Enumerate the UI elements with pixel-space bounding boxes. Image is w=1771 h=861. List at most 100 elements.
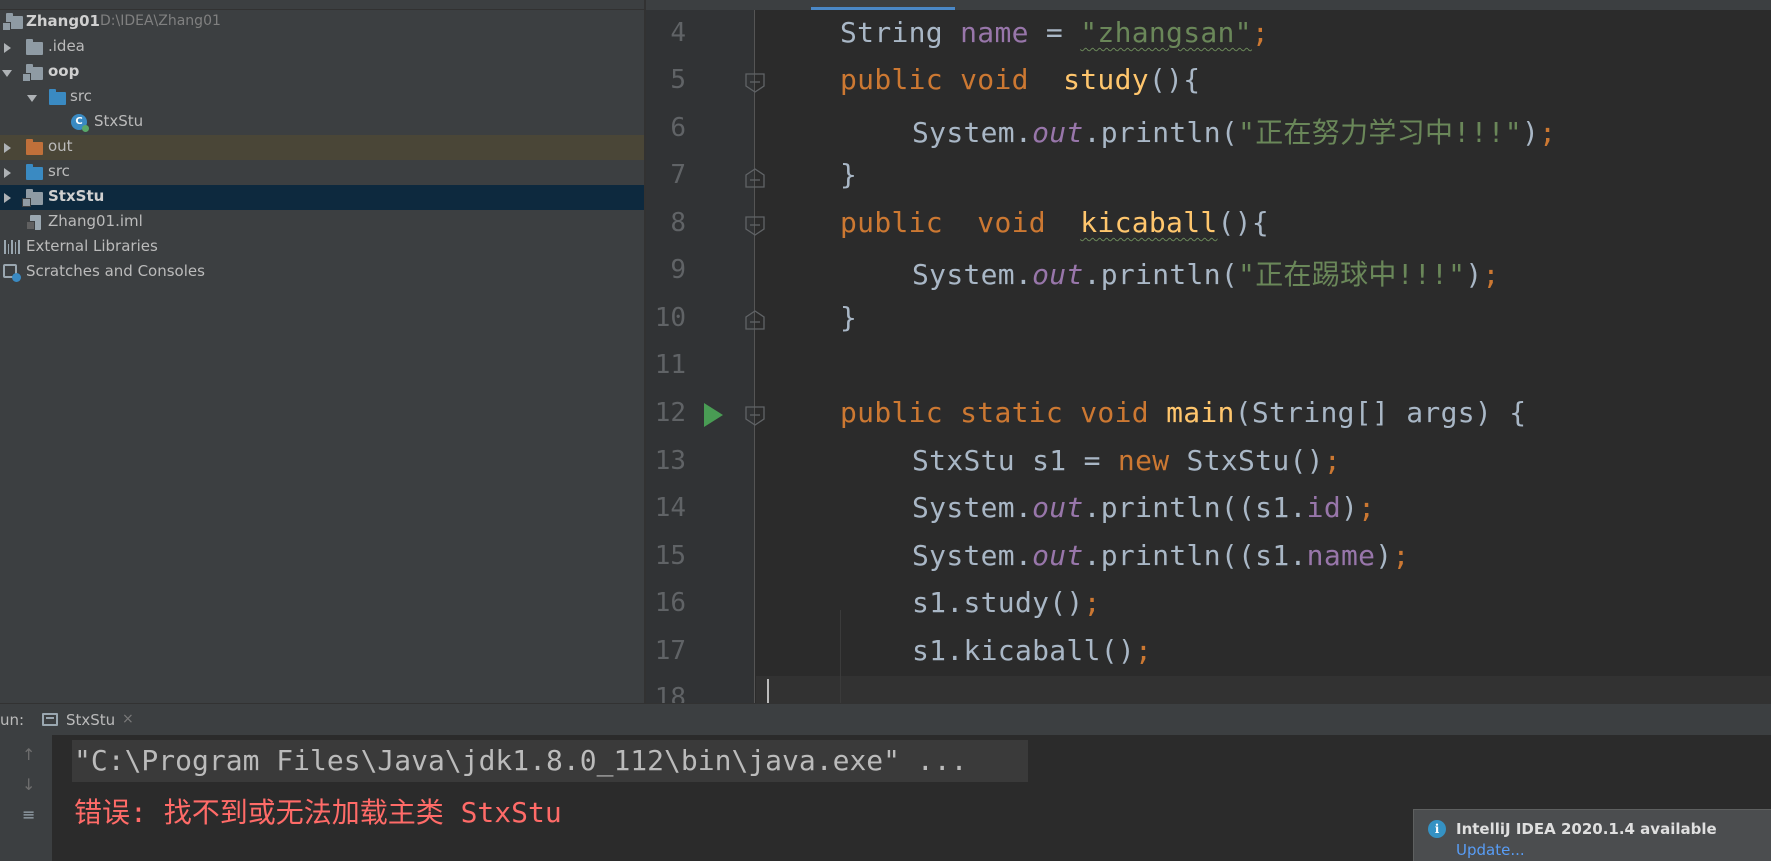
token: static <box>960 396 1064 429</box>
tree-row-external-libraries[interactable]: External Libraries <box>0 235 644 260</box>
root-project-path: D:\IDEA\Zhang01 <box>100 13 221 29</box>
collapse-arrow-icon[interactable] <box>2 70 12 77</box>
expand-arrow-icon[interactable] <box>4 143 11 153</box>
fold-end-icon[interactable] <box>744 167 765 188</box>
expand-arrow-icon[interactable] <box>4 43 11 53</box>
fold-end-icon[interactable] <box>744 309 765 330</box>
expand-arrow-icon[interactable] <box>4 168 11 178</box>
token: StxStu() <box>1169 444 1324 477</box>
token: (String[] args) { <box>1234 396 1527 429</box>
tree-row-scratches[interactable]: Scratches and Consoles <box>0 260 644 285</box>
source-folder-icon <box>26 164 43 180</box>
tree-row-out[interactable]: out <box>0 135 644 160</box>
token: out <box>1032 116 1084 149</box>
tree-row-root[interactable]: Zhang01 D:\IDEA\Zhang01 <box>0 10 644 35</box>
tree-item-label: Scratches and Consoles <box>26 262 205 280</box>
token: new <box>1117 444 1170 477</box>
update-link[interactable]: Update... <box>1456 841 1525 859</box>
token: void <box>1080 396 1149 429</box>
token: 正在踢球中!!! <box>1255 258 1449 291</box>
token: s1.study() <box>912 586 1084 619</box>
module-folder-icon <box>22 64 43 82</box>
soft-wrap-icon[interactable]: ≡ <box>22 805 35 824</box>
token: " <box>1238 258 1256 291</box>
tree-row-oop[interactable]: oop <box>0 60 644 85</box>
token: System. <box>912 491 1033 524</box>
gutter-separator <box>754 10 755 703</box>
code-line-12: public static void main(String[] args) { <box>840 396 1526 429</box>
token: (s1. <box>1238 491 1307 524</box>
token: ; <box>1135 634 1153 667</box>
java-class-icon: C <box>71 114 89 132</box>
token: out <box>1032 539 1084 572</box>
code-line-4: String name = "zhangsan"; <box>840 16 1269 49</box>
expand-arrow-icon[interactable] <box>4 193 11 203</box>
code-line-6: System.out.println("正在努力学习中!!!"); <box>912 111 1556 151</box>
error-message: 错误: 找不到或无法加载主类 <box>74 796 461 829</box>
tree-item-label: .idea <box>48 37 85 55</box>
token: kicaball <box>1080 206 1218 239</box>
token: ; <box>1251 16 1269 49</box>
tree-row-src[interactable]: src <box>0 160 644 185</box>
run-main-icon[interactable] <box>704 403 723 427</box>
token: 正在努力学习中!!! <box>1255 116 1505 149</box>
fold-start-icon[interactable] <box>744 72 765 93</box>
token: id <box>1306 491 1341 524</box>
tree-item-label: out <box>48 137 73 155</box>
code-line-9: System.out.println("正在踢球中!!!"); <box>912 253 1500 293</box>
tree-row-stxstu-module[interactable]: StxStu <box>0 185 644 210</box>
source-folder-icon <box>49 89 66 105</box>
current-line-highlight <box>756 676 1771 703</box>
close-icon[interactable]: × <box>122 711 134 727</box>
collapse-arrow-icon[interactable] <box>27 95 37 102</box>
line-number: 14 <box>654 493 686 523</box>
fold-start-icon[interactable] <box>744 405 765 426</box>
run-tab-stxstu[interactable]: StxStu × <box>36 704 146 736</box>
token: ) <box>1375 539 1393 572</box>
tree-item-label: Zhang01.iml <box>48 212 143 230</box>
line-number: 8 <box>670 208 686 238</box>
iml-file-icon <box>26 215 41 230</box>
scroll-down-icon[interactable]: ↓ <box>22 775 35 794</box>
line-number: 7 <box>670 160 686 190</box>
tree-row-stxstu-class[interactable]: C StxStu <box>0 110 644 135</box>
update-notification: i IntelliJ IDEA 2020.1.4 available Updat… <box>1413 809 1771 861</box>
code-editor[interactable]: 4 5 6 7 8 9 10 11 12 13 14 15 16 17 18 S… <box>646 0 1771 703</box>
token: out <box>1032 258 1084 291</box>
tree-row-oop-src[interactable]: src <box>0 85 644 110</box>
token: ) <box>1465 258 1483 291</box>
console-error-line: 错误: 找不到或无法加载主类 StxStu <box>74 791 562 831</box>
token: System. <box>912 116 1033 149</box>
line-number: 4 <box>670 18 686 48</box>
fold-start-icon[interactable] <box>744 215 765 236</box>
scratches-icon <box>3 264 21 282</box>
tree-item-label: StxStu <box>94 112 144 130</box>
code-line-8: public void kicaball(){ <box>840 206 1269 239</box>
code-line-17: s1.kicaball(); <box>912 634 1152 667</box>
token: System. <box>912 258 1033 291</box>
line-number: 17 <box>654 636 686 666</box>
run-header: un: StxStu × <box>0 703 1771 735</box>
line-number: 13 <box>654 446 686 476</box>
line-number: 9 <box>670 255 686 285</box>
scroll-up-icon[interactable]: ↑ <box>22 745 35 764</box>
token: ; <box>1358 491 1376 524</box>
tree-row-iml[interactable]: Zhang01.iml <box>0 210 644 235</box>
token: "zhangsan" <box>1080 16 1252 49</box>
code-line-15: System.out.println((s1.name); <box>912 539 1410 572</box>
token: .println( <box>1083 258 1239 291</box>
tree-item-label: External Libraries <box>26 237 158 255</box>
token: public <box>840 63 943 96</box>
project-header-strip <box>0 0 644 10</box>
project-tool-window: Zhang01 D:\IDEA\Zhang01 .idea oop src C … <box>0 0 644 703</box>
tree-row-idea[interactable]: .idea <box>0 35 644 60</box>
token: ) <box>1340 491 1359 524</box>
code-line-7: } <box>840 158 857 191</box>
module-folder-icon <box>22 189 43 207</box>
token: ; <box>1482 258 1500 291</box>
token: void <box>977 206 1046 239</box>
token: System. <box>912 539 1033 572</box>
token: (){ <box>1217 206 1269 239</box>
error-class-name: StxStu <box>460 796 562 829</box>
line-number: 10 <box>654 303 686 333</box>
